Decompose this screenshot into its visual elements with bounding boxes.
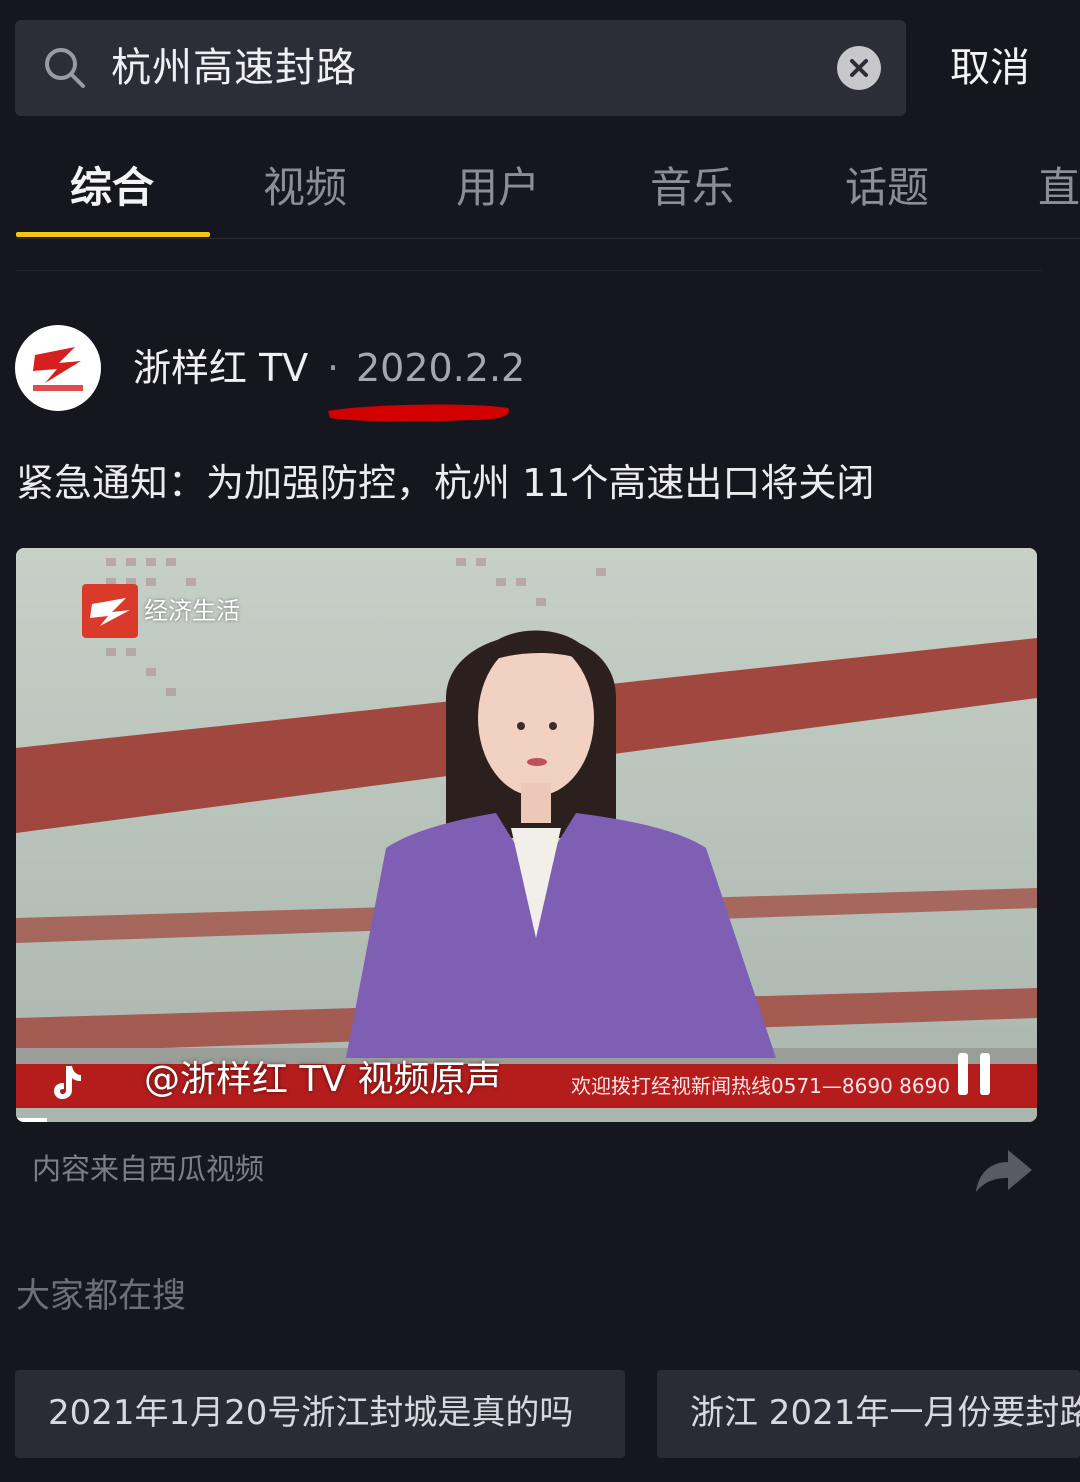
author-name[interactable]: 浙样红 TV — [133, 343, 308, 393]
separator-dot: · — [327, 346, 340, 390]
share-icon[interactable] — [974, 1146, 1034, 1194]
divider — [16, 270, 1042, 271]
post-date: 2020.2.2 — [356, 346, 526, 390]
pause-icon[interactable] — [954, 1051, 994, 1097]
video-progress-bar[interactable] — [16, 1118, 47, 1122]
cancel-button[interactable]: 取消 — [950, 40, 1030, 96]
search-input[interactable]: 杭州高速封路 — [111, 42, 357, 94]
active-tab-indicator — [16, 232, 210, 237]
search-bar[interactable]: 杭州高速封路 — [15, 20, 906, 116]
close-icon — [850, 59, 868, 77]
related-search-chip[interactable]: 2021年1月20号浙江封城是真的吗 — [15, 1370, 625, 1458]
tab-users[interactable]: 用户 — [456, 160, 540, 216]
tab-comprehensive[interactable]: 综合 — [70, 160, 154, 216]
post-title[interactable]: 紧急通知：为加强防控，杭州 11个高速出口将关闭 — [16, 456, 874, 510]
related-search-chip[interactable]: 浙江 2021年一月份要封路 — [657, 1370, 1080, 1458]
tab-music[interactable]: 音乐 — [650, 160, 734, 216]
music-label[interactable]: @浙样红 TV 视频原声 — [144, 1056, 502, 1104]
search-icon — [45, 48, 85, 88]
red-underline-annotation — [328, 404, 509, 422]
clear-search-button[interactable] — [837, 46, 881, 90]
ticker-text: 欢迎拨打经视新闻热线0571—8690 8690 — [571, 1074, 951, 1098]
related-search-label: 浙江 2021年一月份要封路 — [690, 1393, 1080, 1433]
video-player[interactable]: 经济生活 欢迎拨打经视新闻热线0571—8690 8690 @浙样红 TV 视频… — [16, 548, 1037, 1122]
tab-live[interactable]: 直 — [1038, 160, 1080, 216]
tab-topics[interactable]: 话题 — [845, 160, 929, 216]
related-searches-title: 大家都在搜 — [16, 1276, 186, 1316]
video-frame — [16, 548, 1037, 1122]
result-tabs: 综合 视频 用户 音乐 话题 直 — [0, 130, 1080, 240]
music-note-icon — [54, 1066, 81, 1099]
channel-logo-icon — [82, 584, 138, 638]
divider — [16, 238, 1080, 239]
content-source: 内容来自西瓜视频 — [32, 1152, 265, 1186]
tab-videos[interactable]: 视频 — [263, 160, 347, 216]
avatar[interactable] — [15, 325, 101, 411]
channel-logo-text: 经济生活 — [144, 597, 240, 625]
zhejiang-tv-logo-icon — [33, 347, 83, 391]
related-search-label: 2021年1月20号浙江封城是真的吗 — [48, 1393, 574, 1433]
